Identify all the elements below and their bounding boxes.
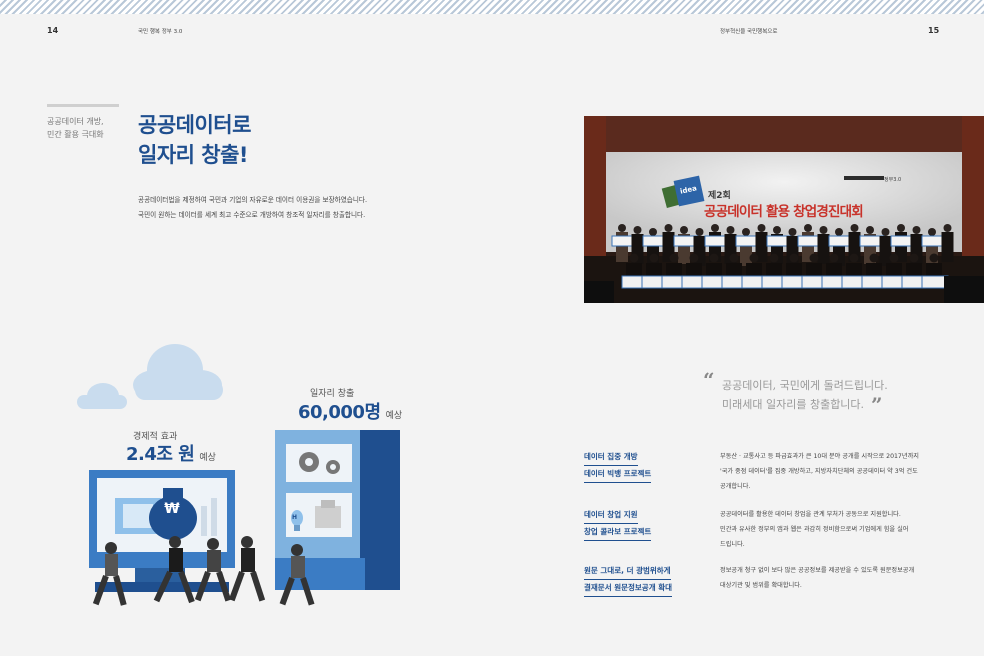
close-quote-mark: ” [871, 393, 883, 417]
page-number-right: 15 [928, 26, 940, 35]
lightbulb-icon: H [292, 514, 298, 521]
crowd-head [809, 253, 819, 263]
economic-effect-value: 2.4조 원 [126, 444, 195, 465]
project-1-description: 부동산 · 교통사고 등 파급효과가 큰 10대 분야 공개를 시작으로 201… [720, 449, 919, 494]
crowd-head [649, 228, 657, 236]
crowd-head [835, 228, 843, 236]
quote-text: 공공데이터, 국민에게 돌려드립니다. 미래세대 일자리를 창출합니다. [722, 376, 888, 414]
project-2-desc-line2: 민간과 유사한 정부의 앱과 웹은 과감히 정비함으로써 기업에게 힘을 실어 [720, 526, 909, 533]
project-1-desc-line1: 부동산 · 교통사고 등 파급효과가 큰 10대 분야 공개를 시작으로 201… [720, 453, 919, 460]
header-right-label: 정부혁신을 국민행복으로 [720, 29, 778, 35]
illustration-drawing [77, 344, 400, 606]
side-label: 공공데이터 개방, 민간 활용 극대화 [47, 115, 104, 141]
crowd-head [618, 224, 626, 232]
project-1: 데이터 집중 개방 데이터 빅뱅 프로젝트 [584, 449, 652, 483]
crowd-head [689, 253, 699, 263]
open-quote-mark: “ [703, 368, 715, 392]
crowd-head [649, 253, 659, 263]
project-3-title-1: 원문 그대로, 더 광범위하게 [584, 563, 671, 580]
project-2-desc-line3: 드립니다. [720, 541, 745, 548]
project-3: 원문 그대로, 더 광범위하게 결재문서 원문정보공개 확대 [584, 563, 673, 597]
crowd-head [788, 228, 797, 236]
crowd-head [729, 253, 739, 263]
crowd-body [879, 236, 892, 266]
jobs-effect: 60,000명 예상 [298, 398, 402, 424]
project-3-title-2: 결재문서 원문정보공개 확대 [584, 580, 673, 597]
crowd-head [929, 253, 939, 263]
crowd-head [850, 224, 859, 232]
project-2-title-1: 데이터 창업 지원 [584, 507, 638, 524]
project-1-title-2: 데이터 빅뱅 프로젝트 [584, 466, 652, 483]
crowd-head [742, 228, 750, 236]
title-line1: 공공데이터로 [138, 113, 251, 137]
project-2: 데이터 창업 지원 창업 콜라보 프로젝트 [584, 507, 652, 541]
page-number-left: 14 [47, 26, 59, 35]
crowd-body [817, 234, 830, 264]
won-coin-icon: ₩ [164, 501, 180, 517]
project-2-desc-line1: 공공데이터를 활용한 데이터 창업을 관계 부처가 공동으로 지원합니다. [720, 511, 901, 518]
project-2-title-2: 창업 콜라보 프로젝트 [584, 524, 652, 541]
crowd-head [866, 226, 874, 234]
crowd-head [829, 253, 839, 263]
economic-effect-suffix: 예상 [199, 453, 216, 463]
crowd-head [928, 228, 936, 236]
crowd-head [726, 226, 735, 234]
crowd-head [819, 226, 828, 234]
jobs-value: 60,000명 [298, 402, 381, 423]
crowd-head [664, 224, 673, 232]
photo-banner-main: 공공데이터 활용 창업경진대회 [704, 204, 864, 220]
header-left-label: 국민 행복 정부 3.0 [138, 29, 183, 35]
crowd-head [897, 224, 905, 232]
crowd-head [749, 253, 759, 263]
crowd-head [711, 224, 719, 232]
description-line2: 국민이 원하는 데이터를 세계 최고 수준으로 개방하여 창조적 일자리를 창출… [138, 211, 366, 219]
award-photo: idea 제2회 공공데이터 활용 창업경진대회 정부3.0 [584, 116, 984, 303]
crowd-head [629, 253, 639, 263]
crowd-head [912, 226, 921, 234]
crowd-head [680, 226, 688, 234]
side-divider [47, 104, 119, 107]
description-line1: 공공데이터법을 제정하여 국민과 기업의 자유로운 데이터 이용권을 보장하였습… [138, 196, 368, 204]
project-2-description: 공공데이터를 활용한 데이터 창업을 관계 부처가 공동으로 지원합니다. 민간… [720, 507, 908, 552]
jobs-suffix: 예상 [385, 411, 403, 421]
side-label-line2: 민간 활용 극대화 [47, 130, 104, 139]
project-3-desc-line2: 대상기관 및 범위를 확대합니다. [720, 582, 802, 589]
statistics-illustration: ₩ H [75, 330, 415, 620]
project-1-desc-line2: '국가 중점 데이터'를 집중 개방하고, 지방자치단체의 공공데이터 약 3억… [720, 468, 918, 475]
title-line2: 일자리 창출! [138, 143, 248, 167]
crowd-head [789, 253, 799, 263]
project-1-title-1: 데이터 집중 개방 [584, 449, 638, 466]
top-stripe [0, 0, 984, 14]
crowd-head [633, 226, 642, 234]
crowd-head [889, 253, 899, 263]
crowd-head [769, 253, 779, 263]
crowd-head [757, 224, 766, 232]
crowd-head [869, 253, 879, 263]
crowd-head [773, 226, 781, 234]
side-label-line1: 공공데이터 개방, [47, 117, 104, 126]
cloud-shapes [77, 344, 223, 409]
crowd-head [881, 228, 890, 236]
economic-effect: 2.4조 원 예상 [126, 440, 216, 466]
project-3-description: 정보공개 청구 없이 보다 많은 공공정보를 제공받을 수 있도록 원문정보공개… [720, 563, 914, 593]
project-1-desc-line3: 공개합니다. [720, 483, 751, 490]
quote-line2: 미래세대 일자리를 창출합니다. [722, 398, 865, 411]
crowd-head [709, 253, 719, 263]
crowd-head [695, 228, 704, 236]
photo-logo: 정부3.0 [884, 177, 902, 183]
crowd-head [849, 253, 859, 263]
crowd-head [669, 253, 679, 263]
project-3-desc-line1: 정보공개 청구 없이 보다 많은 공공정보를 제공받을 수 있도록 원문정보공개 [720, 567, 915, 574]
crowd-head [943, 224, 952, 232]
crowd-body [941, 232, 954, 262]
page-title: 공공데이터로 일자리 창출! [138, 110, 251, 170]
crowd-head [909, 253, 919, 263]
intro-description: 공공데이터법을 제정하여 국민과 기업의 자유로운 데이터 이용권을 보장하였습… [138, 193, 367, 223]
crowd-head [804, 224, 812, 232]
quote-line1: 공공데이터, 국민에게 돌려드립니다. [722, 379, 888, 392]
